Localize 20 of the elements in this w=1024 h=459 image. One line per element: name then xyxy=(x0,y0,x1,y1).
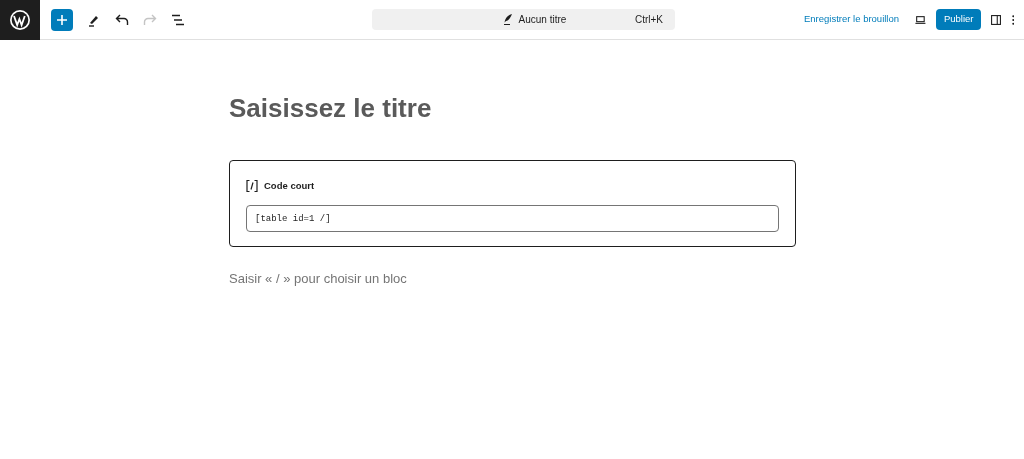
keyboard-shortcut: Ctrl+K xyxy=(634,13,663,27)
quill-icon xyxy=(502,14,513,25)
list-view-icon[interactable] xyxy=(171,13,185,26)
command-bar[interactable]: Aucun titre Ctrl+K xyxy=(372,9,675,30)
publish-button[interactable]: Publier xyxy=(935,9,982,30)
plus-icon xyxy=(56,13,68,26)
wordpress-logo-icon[interactable] xyxy=(0,0,40,40)
document-title: Aucun titre xyxy=(518,13,567,27)
shortcode-block[interactable]: Code court [table id=1 /] xyxy=(229,160,796,248)
title-field[interactable]: Saisissez le titre xyxy=(229,90,796,126)
more-options-icon[interactable] xyxy=(1011,13,1014,26)
sidebar-toggle-icon[interactable] xyxy=(991,13,1002,26)
shortcode-field[interactable]: [table id=1 /] xyxy=(246,205,779,233)
block-label: Code court xyxy=(264,179,315,193)
add-block-button[interactable] xyxy=(51,8,73,31)
block-appender-hint[interactable]: Saisir « / » pour choisir un bloc xyxy=(229,269,796,289)
laptop-icon[interactable] xyxy=(915,14,926,25)
shortcode-icon xyxy=(246,180,258,193)
undo-icon[interactable] xyxy=(115,13,129,26)
save-draft-link[interactable]: Enregistrer le brouillon xyxy=(804,12,900,27)
